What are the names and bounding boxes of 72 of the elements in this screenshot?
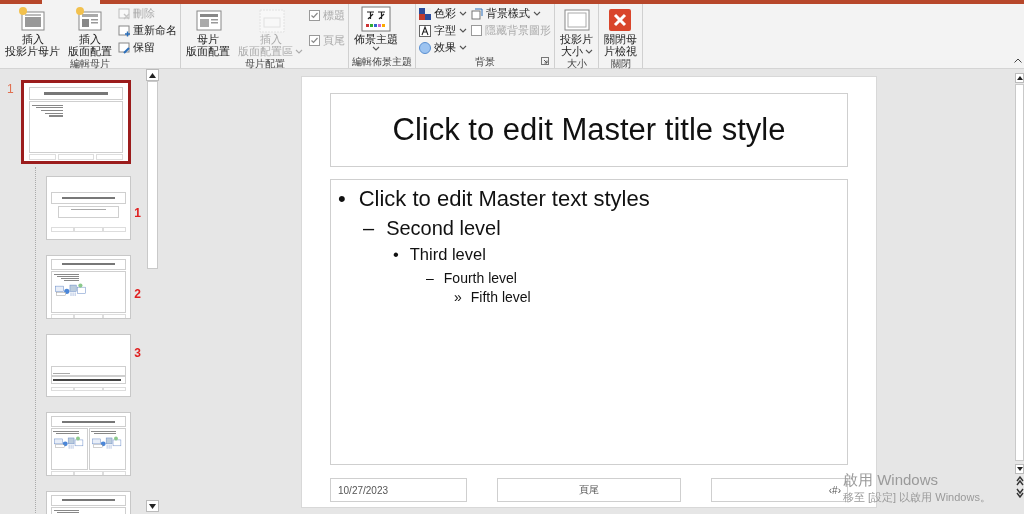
scroll-up-button[interactable]: [1015, 73, 1024, 83]
dialog-launcher-icon[interactable]: [541, 57, 549, 65]
body-placeholder-text[interactable]: Fourth level: [443, 270, 517, 286]
activation-message: 移至 [設定] 以啟用 Windows。: [843, 490, 991, 505]
caret-icon: [459, 27, 467, 34]
ribbon-button[interactable]: 效果: [419, 40, 467, 55]
group-label: 母片配置: [244, 58, 285, 69]
annotation-number: 3: [134, 345, 141, 360]
up-arrow-icon: [149, 72, 156, 78]
footer-placeholder[interactable]: 頁尾: [579, 483, 599, 497]
ribbon-button[interactable]: 字型: [419, 23, 467, 38]
caret-icon: [533, 10, 541, 17]
caret-icon: [372, 45, 380, 52]
ribbon-button[interactable]: 背景樣式: [471, 6, 551, 21]
themes-icon: [361, 6, 391, 33]
annotation-number: 2: [134, 286, 141, 301]
preserve-icon: [118, 41, 130, 54]
font-icon: [419, 24, 431, 37]
background-style-icon: [471, 7, 483, 20]
up-arrow-icon: [1016, 76, 1023, 80]
ribbon-button[interactable]: 母片 版面配置: [184, 6, 232, 57]
down-arrow-icon: [149, 503, 156, 509]
slide-size-icon: [561, 6, 592, 33]
ribbon-button[interactable]: 重新命名: [118, 23, 177, 38]
group-label: 大小: [566, 58, 587, 69]
caret-icon: [295, 47, 303, 55]
group-label: 編輯母片: [70, 58, 110, 69]
bullet: •: [338, 186, 346, 212]
ribbon-button[interactable]: 佈景主題: [352, 6, 400, 52]
delete-icon: [118, 7, 130, 20]
caret-icon: [584, 47, 593, 55]
body-placeholder-text[interactable]: Third level: [409, 245, 486, 264]
slide-master-icon: [17, 6, 48, 33]
ribbon-button[interactable]: 投影片 大小: [558, 6, 595, 57]
body-placeholder-text[interactable]: Click to edit Master text styles: [358, 186, 650, 212]
rename-icon: [118, 24, 130, 37]
activation-title: 啟用 Windows: [843, 471, 940, 490]
scroll-up-button[interactable]: [146, 69, 159, 81]
bullet: –: [426, 270, 434, 286]
ribbon-button[interactable]: 關閉母 片檢視: [602, 6, 639, 57]
bullet: •: [393, 245, 399, 264]
ribbon-button[interactable]: 插入 投影片母片: [3, 6, 62, 57]
group-label: 背景: [475, 56, 495, 67]
scrollbar-thumb[interactable]: [1015, 84, 1024, 461]
collapse-ribbon-icon[interactable]: [1014, 58, 1022, 63]
layout-icon: [75, 6, 105, 33]
slide-number-placeholder[interactable]: ‹#›: [828, 484, 841, 496]
slide-number: 1: [7, 82, 14, 96]
bullet: –: [363, 217, 375, 240]
down-arrow-icon: [1016, 467, 1023, 471]
checkbox-icon: [471, 25, 482, 36]
date-placeholder[interactable]: 10/27/2023: [338, 484, 389, 496]
caret-icon: [459, 10, 467, 17]
ribbon-button[interactable]: 保留: [118, 40, 177, 55]
scroll-down-button[interactable]: [146, 500, 159, 512]
effects-icon: [419, 41, 431, 54]
bullet: »: [454, 289, 462, 305]
group-label: 關閉: [610, 58, 631, 69]
body-placeholder-text[interactable]: Fifth level: [470, 289, 531, 305]
caret-icon: [459, 44, 467, 51]
scroll-down-button[interactable]: [1015, 464, 1024, 474]
annotation-number: 1: [134, 206, 141, 220]
checkbox-icon: [309, 35, 320, 46]
ribbon-button[interactable]: 色彩: [419, 6, 467, 21]
group-label: 編輯佈景主題: [352, 56, 412, 67]
slide-thumbnail[interactable]: [21, 80, 131, 164]
checkbox-icon: [309, 10, 320, 21]
color-swatch-icon: [419, 7, 431, 20]
ribbon-button[interactable]: 插入 版面配置: [66, 6, 114, 57]
scrollbar-thumb[interactable]: [147, 81, 158, 269]
body-placeholder-text[interactable]: Second level: [386, 217, 501, 240]
previous-next-slide-icon[interactable]: [1016, 476, 1024, 498]
